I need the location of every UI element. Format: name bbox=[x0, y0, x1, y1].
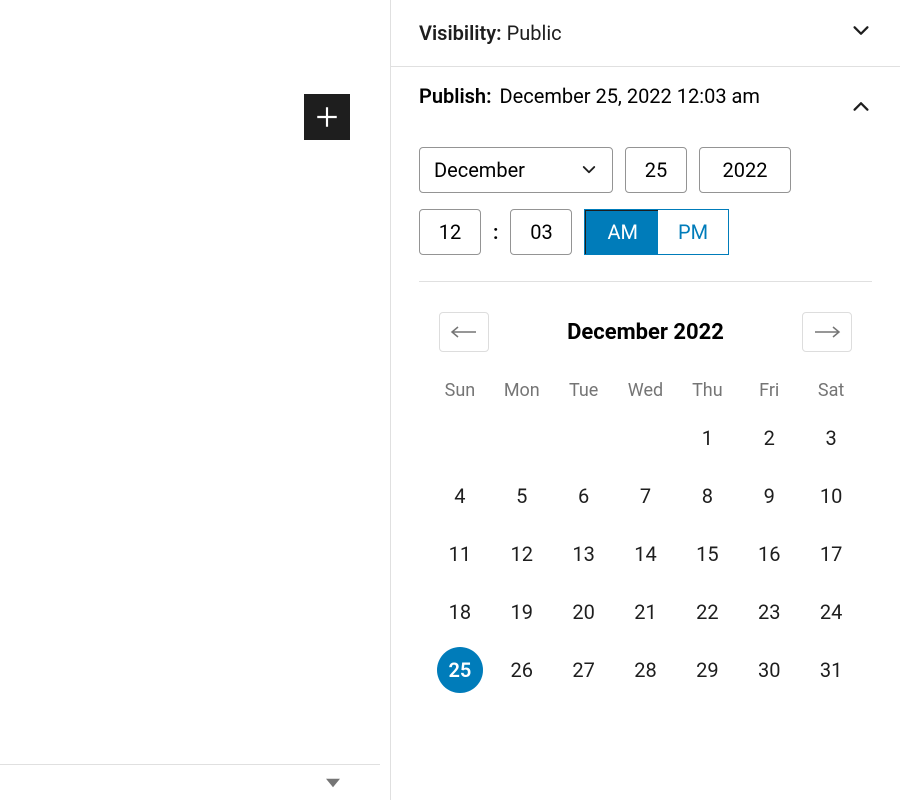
minute-input[interactable] bbox=[510, 209, 572, 255]
publish-label: Publish: bbox=[419, 84, 492, 108]
calendar-day[interactable]: 26 bbox=[491, 649, 553, 691]
collapse-caret-icon[interactable] bbox=[326, 773, 340, 792]
arrow-left-icon bbox=[450, 325, 478, 339]
chevron-down-icon bbox=[580, 161, 598, 179]
calendar-empty-cell bbox=[429, 417, 491, 459]
arrow-right-icon bbox=[813, 325, 841, 339]
calendar-day[interactable]: 13 bbox=[553, 533, 615, 575]
calendar-title: December 2022 bbox=[567, 320, 724, 345]
footer-bar bbox=[0, 764, 380, 800]
calendar-day[interactable]: 14 bbox=[615, 533, 677, 575]
calendar-day[interactable]: 28 bbox=[615, 649, 677, 691]
datetime-controls: December : AM PM bbox=[419, 147, 872, 255]
calendar: December 2022 SunMonTueWedThuFriSat12345… bbox=[391, 282, 900, 691]
calendar-day[interactable]: 1 bbox=[676, 417, 738, 459]
day-of-week-header: Wed bbox=[615, 380, 677, 401]
calendar-empty-cell bbox=[615, 417, 677, 459]
publish-panel-toggle[interactable]: Publish: December 25, 2022 12:03 am bbox=[419, 83, 872, 121]
calendar-day[interactable]: 24 bbox=[800, 591, 862, 633]
calendar-day[interactable]: 12 bbox=[491, 533, 553, 575]
publish-panel: Publish: December 25, 2022 12:03 am Dece… bbox=[391, 67, 900, 282]
day-input[interactable] bbox=[625, 147, 687, 193]
hour-input[interactable] bbox=[419, 209, 481, 255]
month-select[interactable]: December bbox=[419, 147, 613, 193]
calendar-day[interactable]: 19 bbox=[491, 591, 553, 633]
calendar-day[interactable]: 10 bbox=[800, 475, 862, 517]
calendar-day[interactable]: 6 bbox=[553, 475, 615, 517]
day-of-week-header: Sun bbox=[429, 380, 491, 401]
calendar-day[interactable]: 21 bbox=[615, 591, 677, 633]
calendar-empty-cell bbox=[491, 417, 553, 459]
calendar-day[interactable]: 27 bbox=[553, 649, 615, 691]
day-of-week-header: Tue bbox=[553, 380, 615, 401]
month-select-value: December bbox=[434, 158, 525, 182]
calendar-day[interactable]: 17 bbox=[800, 533, 862, 575]
plus-icon bbox=[314, 104, 340, 130]
editor-canvas bbox=[0, 0, 390, 800]
chevron-down-icon bbox=[850, 20, 872, 46]
calendar-day[interactable]: 16 bbox=[738, 533, 800, 575]
add-block-button[interactable] bbox=[304, 94, 350, 140]
day-of-week-header: Fri bbox=[738, 380, 800, 401]
next-month-button[interactable] bbox=[802, 312, 852, 352]
publish-datetime-value: December 25, 2022 12:03 am bbox=[500, 83, 760, 109]
calendar-day[interactable]: 15 bbox=[676, 533, 738, 575]
year-input[interactable] bbox=[699, 147, 791, 193]
calendar-grid: SunMonTueWedThuFriSat1234567891011121314… bbox=[419, 380, 872, 691]
calendar-day[interactable]: 2 bbox=[738, 417, 800, 459]
calendar-day[interactable]: 3 bbox=[800, 417, 862, 459]
calendar-day[interactable]: 8 bbox=[676, 475, 738, 517]
calendar-day[interactable]: 22 bbox=[676, 591, 738, 633]
calendar-empty-cell bbox=[553, 417, 615, 459]
calendar-day[interactable]: 29 bbox=[676, 649, 738, 691]
day-of-week-header: Thu bbox=[676, 380, 738, 401]
calendar-day[interactable]: 18 bbox=[429, 591, 491, 633]
day-of-week-header: Mon bbox=[491, 380, 553, 401]
calendar-day[interactable]: 31 bbox=[800, 649, 862, 691]
am-button[interactable]: AM bbox=[584, 209, 658, 255]
visibility-panel-toggle[interactable]: Visibility: Public bbox=[391, 0, 900, 67]
settings-sidebar: Visibility: Public Publish: December 25,… bbox=[390, 0, 900, 800]
calendar-day[interactable]: 23 bbox=[738, 591, 800, 633]
calendar-day[interactable]: 4 bbox=[429, 475, 491, 517]
calendar-day[interactable]: 30 bbox=[738, 649, 800, 691]
calendar-day[interactable]: 20 bbox=[553, 591, 615, 633]
ampm-toggle: AM PM bbox=[584, 209, 729, 255]
visibility-label: Visibility: Public bbox=[419, 21, 562, 45]
prev-month-button[interactable] bbox=[439, 312, 489, 352]
day-of-week-header: Sat bbox=[800, 380, 862, 401]
time-separator: : bbox=[493, 220, 498, 244]
calendar-day[interactable]: 11 bbox=[429, 533, 491, 575]
chevron-up-icon bbox=[850, 83, 872, 121]
pm-button[interactable]: PM bbox=[658, 210, 728, 254]
calendar-day[interactable]: 25 bbox=[429, 649, 491, 691]
calendar-day[interactable]: 7 bbox=[615, 475, 677, 517]
calendar-day[interactable]: 5 bbox=[491, 475, 553, 517]
calendar-day[interactable]: 9 bbox=[738, 475, 800, 517]
